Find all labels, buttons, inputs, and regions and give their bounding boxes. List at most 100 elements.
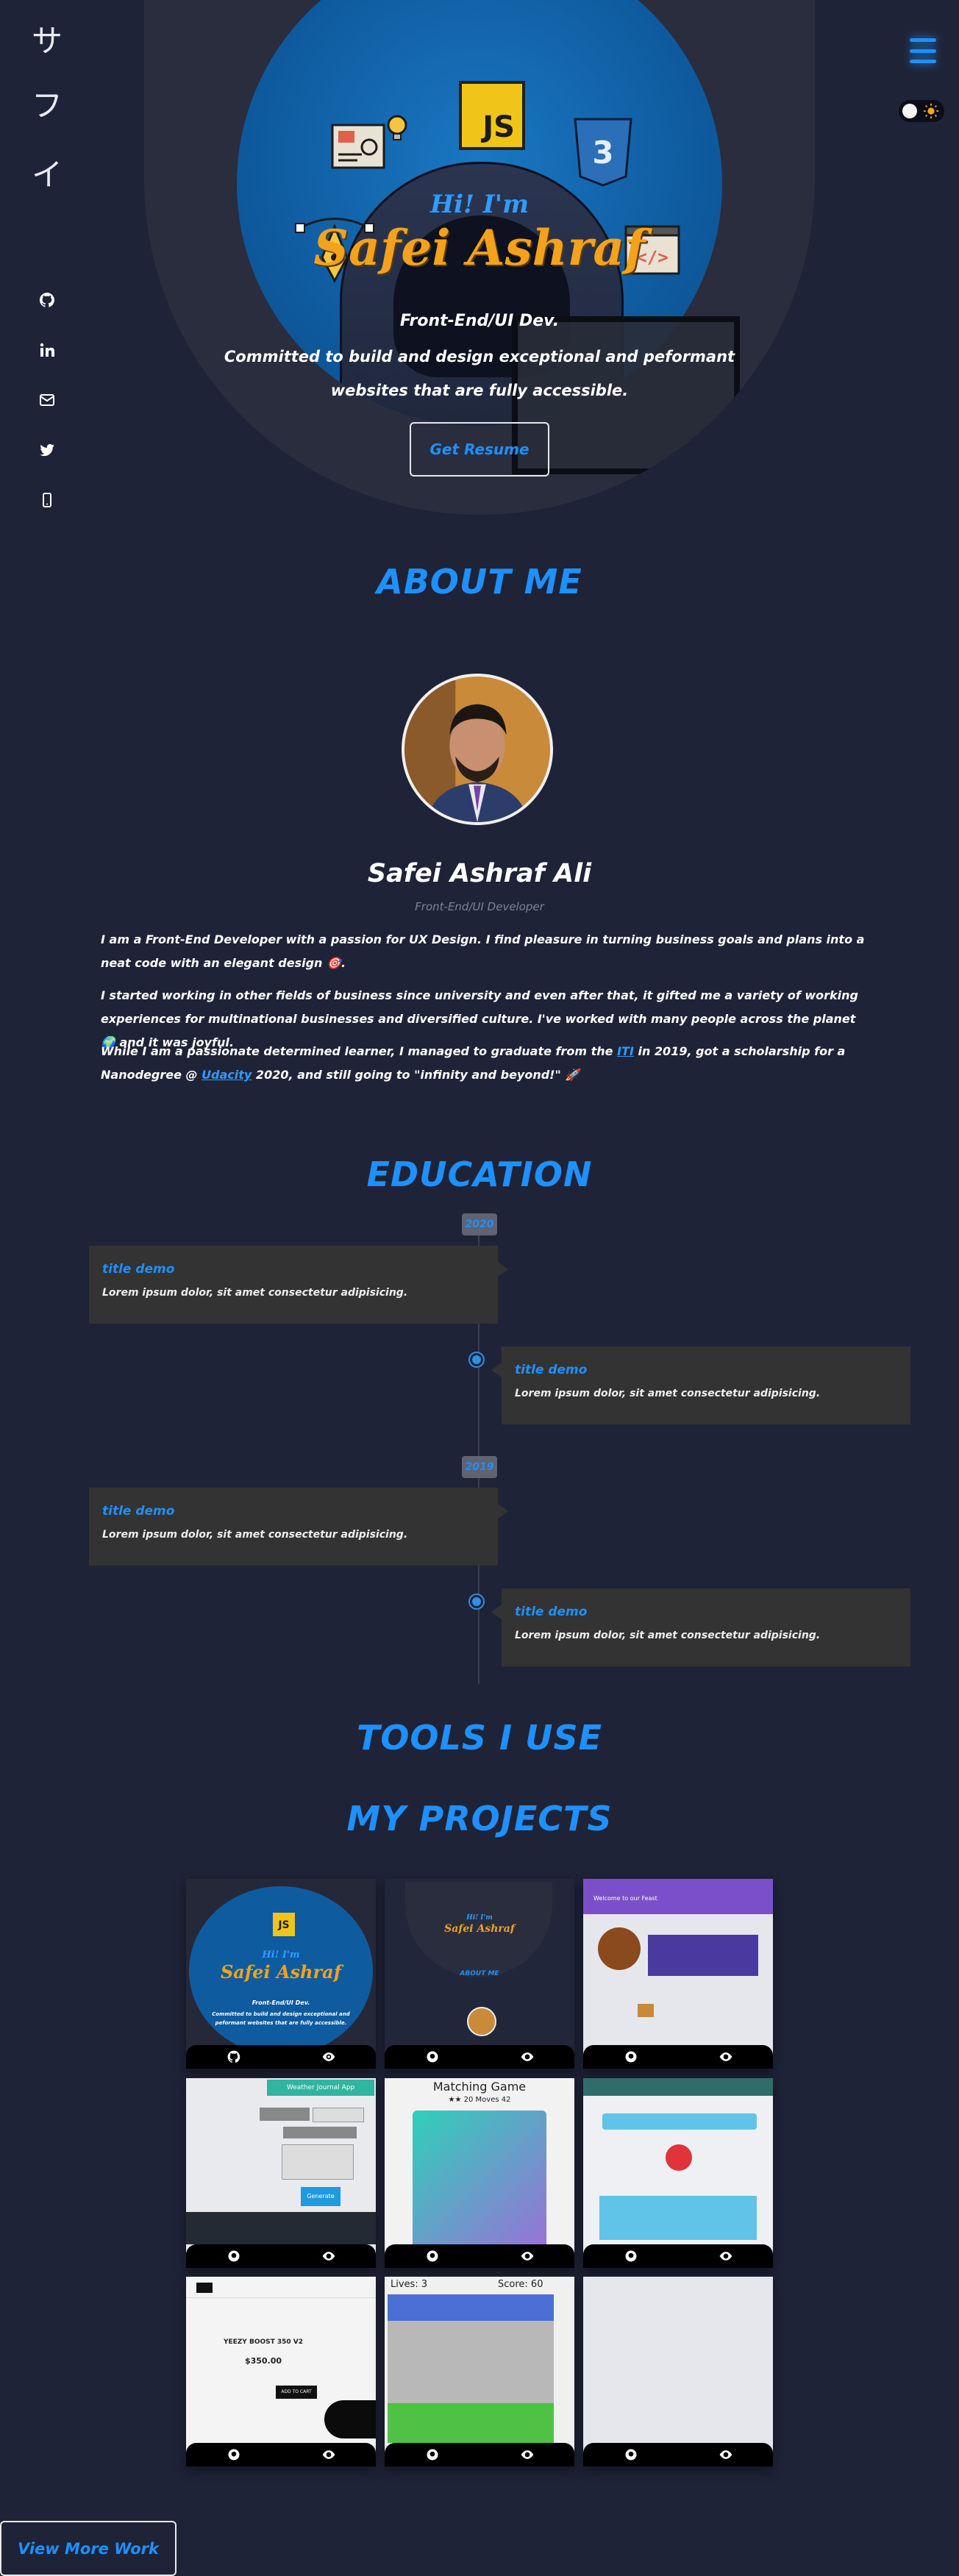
project-food-thumb	[638, 2004, 654, 2017]
github-icon[interactable]	[224, 2047, 243, 2066]
project-results	[186, 2212, 376, 2244]
eye-icon[interactable]	[319, 2247, 338, 2266]
project-card-weather-journal[interactable]: Weather Journal App Generate	[186, 2078, 376, 2268]
project-road-rows	[388, 2321, 554, 2403]
mail-icon[interactable]	[37, 390, 57, 410]
project-actions	[186, 2443, 376, 2466]
hero-tagline: Committed to build and design exceptiona…	[224, 348, 735, 399]
github-icon[interactable]	[423, 2247, 442, 2266]
timeline-card-title: title demo	[515, 1605, 588, 1619]
udacity-link[interactable]: Udacity	[202, 1068, 252, 1082]
project-banner	[648, 1935, 758, 1976]
project-hero-tagline: Committed to build and design exceptiona…	[212, 2011, 350, 2026]
github-icon[interactable]	[224, 2247, 243, 2266]
about-role: Front-End/UI Developer	[415, 900, 544, 913]
js-logo-icon: JS	[459, 81, 525, 150]
github-icon[interactable]	[423, 2047, 442, 2066]
hamburger-menu-button[interactable]	[903, 34, 943, 68]
eye-icon[interactable]	[518, 2247, 537, 2266]
project-card-restaurant-site[interactable]: Welcome to our Feast	[583, 1879, 773, 2069]
tools-section-title: TOOLS I USE	[356, 1718, 603, 1758]
timeline-card-desc: Lorem ipsum dolor, sit amet consectetur …	[515, 1388, 821, 1399]
project-stats: ★★ 20 Moves 42	[448, 2096, 511, 2104]
year-badge: 2019	[462, 1456, 497, 1478]
project-card-empty[interactable]	[583, 2277, 773, 2466]
timeline-card: title demo Lorem ipsum dolor, sit amet c…	[89, 1246, 508, 1324]
about-p3-text: While I am a passionate determined learn…	[101, 1044, 618, 1058]
project-card-arabic-app[interactable]	[583, 2078, 773, 2268]
project-heading: Matching Game	[432, 2080, 527, 2094]
project-score: Score: 60	[498, 2279, 543, 2290]
eye-icon[interactable]	[518, 2047, 537, 2066]
eye-icon[interactable]	[319, 2445, 338, 2464]
project-shoe-image	[324, 2400, 376, 2438]
project-cart-button: ADD TO CART	[276, 2386, 317, 2399]
logo-char-3[interactable]: イ	[28, 150, 66, 195]
project-hero-greeting: Hi! I'm	[466, 1914, 493, 1922]
about-paragraph-1: I am a Front-End Developer with a passio…	[101, 932, 865, 970]
project-hero-name: Safei Ashraf	[220, 1961, 342, 1983]
project-lives: Lives: 3	[391, 2279, 428, 2290]
eye-icon[interactable]	[716, 2445, 735, 2464]
project-actions	[385, 2045, 574, 2069]
project-actions	[186, 2244, 376, 2268]
project-board	[413, 2111, 546, 2258]
project-actions	[583, 2244, 773, 2268]
project-actions	[385, 2244, 574, 2268]
timeline-dot	[470, 1353, 483, 1366]
github-icon[interactable]	[423, 2445, 442, 2464]
logo-char-2[interactable]: フ	[28, 81, 66, 126]
twitter-icon[interactable]	[37, 440, 57, 460]
timeline-card-title: title demo	[102, 1262, 175, 1277]
logo-char-1[interactable]: サ	[28, 16, 66, 61]
github-icon[interactable]	[621, 2247, 641, 2266]
project-actions	[583, 2443, 773, 2466]
about-paragraph-3: While I am a passionate determined learn…	[101, 1040, 866, 1087]
theme-toggle[interactable]	[899, 100, 944, 122]
hero-role: Front-End/UI Dev.	[399, 312, 560, 330]
project-hero-greeting: Hi! I'm	[262, 1949, 300, 1960]
eye-icon[interactable]	[518, 2445, 537, 2464]
project-alert	[666, 2144, 692, 2171]
phone-icon[interactable]	[37, 490, 57, 510]
github-icon[interactable]	[37, 290, 57, 310]
timeline-dot	[470, 1595, 483, 1608]
project-actions	[186, 2045, 376, 2069]
eye-icon[interactable]	[716, 2247, 735, 2266]
project-input	[260, 2108, 310, 2121]
timeline-card: title demo Lorem ipsum dolor, sit amet c…	[89, 1488, 508, 1566]
timeline-card: title demo Lorem ipsum dolor, sit amet c…	[491, 1346, 910, 1424]
project-avatar	[467, 2007, 496, 2036]
github-icon[interactable]	[621, 2445, 641, 2464]
hero-name: Safei Ashraf	[313, 219, 646, 276]
iti-link[interactable]: ITI	[617, 1044, 634, 1058]
project-card-shoe-store[interactable]: YEEZY BOOST 350 V2 $350.00 ADD TO CART	[186, 2277, 376, 2466]
timeline-card-title: title demo	[515, 1363, 588, 1377]
project-heading: Welcome to our Feast	[593, 1895, 657, 1902]
hero-greeting: Hi! I'm	[429, 190, 530, 219]
linkedin-icon[interactable]	[37, 340, 57, 360]
project-card-matching-game[interactable]: Matching Game ★★ 20 Moves 42	[385, 2078, 574, 2268]
eye-icon[interactable]	[716, 2047, 735, 2066]
avatar	[402, 674, 553, 825]
github-icon[interactable]	[621, 2047, 641, 2066]
project-card-portfolio-mobile[interactable]: Hi! I'm Safei Ashraf ABOUT ME	[385, 1879, 574, 2069]
project-price: $350.00	[244, 2356, 282, 2366]
project-input	[313, 2108, 364, 2122]
timeline-card-desc: Lorem ipsum dolor, sit amet consectetur …	[515, 1630, 821, 1641]
project-hero-name: Safei Ashraf	[444, 1923, 515, 1935]
project-hero-role: Front-End/UI Dev.	[252, 1999, 310, 2006]
project-thumbnail	[598, 1927, 641, 1970]
project-generate-button: Generate	[301, 2187, 341, 2206]
eye-icon[interactable]	[319, 2047, 338, 2066]
project-card-portfolio-hero[interactable]: JS Hi! I'm Safei Ashraf Front-End/UI Dev…	[186, 1879, 376, 2069]
view-more-work-button[interactable]: View More Work	[0, 2521, 177, 2576]
project-card-frogger-game[interactable]: Lives: 3 Score: 60	[385, 2277, 574, 2466]
project-grass-rows	[388, 2403, 554, 2443]
github-icon[interactable]	[224, 2445, 243, 2464]
get-resume-button[interactable]: Get Resume	[410, 422, 549, 477]
timeline-card-desc: Lorem ipsum dolor, sit amet consectetur …	[102, 1529, 408, 1541]
hamburger-icon-bar	[910, 60, 936, 63]
projects-section-title: MY PROJECTS	[346, 1799, 613, 1838]
education-section-title: EDUCATION	[366, 1155, 593, 1194]
